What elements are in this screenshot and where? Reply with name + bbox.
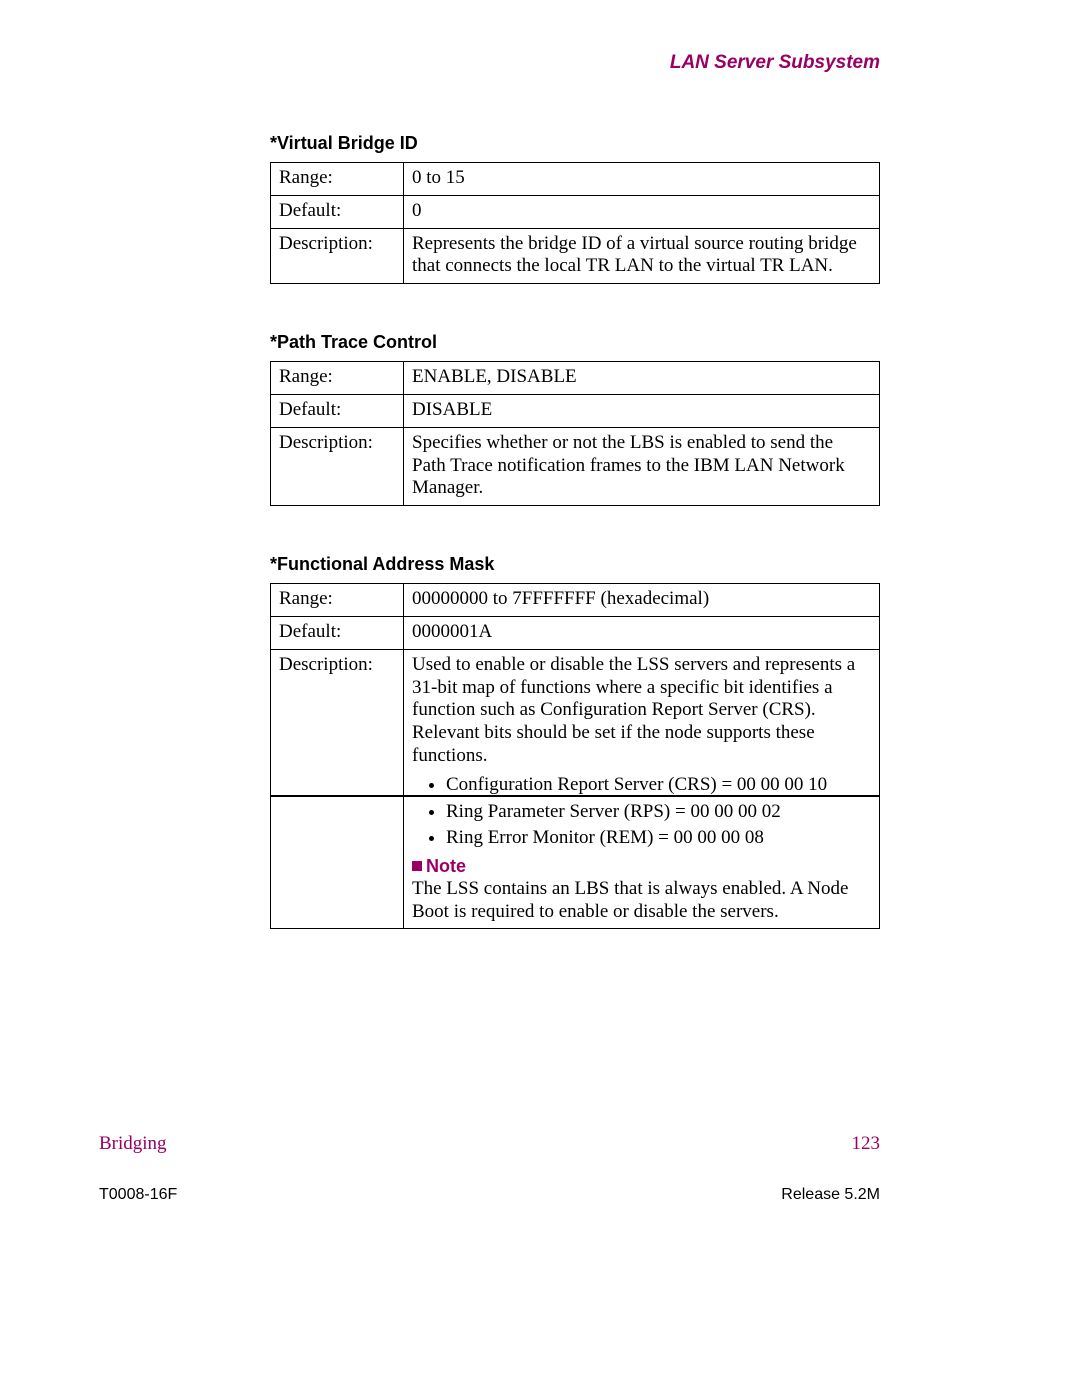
section-divider (270, 795, 880, 797)
section-heading-fam: *Functional Address Mask (270, 554, 880, 575)
list-item: Ring Error Monitor (REM) = 00 00 00 08 (446, 827, 871, 850)
description-cell: Used to enable or disable the LSS server… (404, 649, 880, 929)
description-label: Description: (271, 228, 404, 284)
table-row: Description: Represents the bridge ID of… (271, 228, 880, 284)
range-label: Range: (271, 362, 404, 395)
table-row: Default: DISABLE (271, 394, 880, 427)
table-row: Description: Specifies whether or not th… (271, 427, 880, 505)
chapter-footer: Bridging 123 (99, 1133, 880, 1155)
table-row: Default: 0 (271, 195, 880, 228)
range-value: 0 to 15 (404, 163, 880, 196)
list-item: Ring Parameter Server (RPS) = 00 00 00 0… (446, 801, 871, 824)
description-label: Description: (271, 649, 404, 929)
range-value: 00000000 to 7FFFFFFF (hexadecimal) (404, 584, 880, 617)
chapter-name: Bridging (99, 1133, 167, 1154)
square-icon (412, 861, 422, 871)
description-label: Description: (271, 427, 404, 505)
default-label: Default: (271, 195, 404, 228)
table-row: Range: ENABLE, DISABLE (271, 362, 880, 395)
default-value: 0 (404, 195, 880, 228)
table-row: Default: 0000001A (271, 616, 880, 649)
list-item: Configuration Report Server (CRS) = 00 0… (446, 774, 871, 797)
table-row: Range: 0 to 15 (271, 163, 880, 196)
running-header: LAN Server Subsystem (670, 52, 880, 74)
doc-number: T0008-16F (99, 1186, 177, 1203)
description-value: Represents the bridge ID of a virtual so… (404, 228, 880, 284)
default-label: Default: (271, 616, 404, 649)
range-value: ENABLE, DISABLE (404, 362, 880, 395)
range-label: Range: (271, 584, 404, 617)
param-table-ptc: Range: ENABLE, DISABLE Default: DISABLE … (270, 361, 880, 506)
doc-footer: T0008-16F Release 5.2M (99, 1186, 880, 1204)
default-label: Default: (271, 394, 404, 427)
table-row: Description: Used to enable or disable t… (271, 649, 880, 929)
note-text: The LSS contains an LBS that is always e… (412, 878, 871, 924)
description-value: Used to enable or disable the LSS server… (412, 654, 871, 768)
release-label: Release 5.2M (781, 1186, 880, 1204)
default-value: DISABLE (404, 394, 880, 427)
note-label-text: Note (426, 856, 466, 876)
param-table-vbid: Range: 0 to 15 Default: 0 Description: R… (270, 162, 880, 284)
page-number: 123 (852, 1133, 881, 1155)
table-row: Range: 00000000 to 7FFFFFFF (hexadecimal… (271, 584, 880, 617)
page: LAN Server Subsystem *Virtual Bridge ID … (0, 0, 1080, 1397)
range-label: Range: (271, 163, 404, 196)
note-heading: Note (412, 856, 871, 878)
section-heading-vbid: *Virtual Bridge ID (270, 133, 880, 154)
param-table-fam: Range: 00000000 to 7FFFFFFF (hexadecimal… (270, 583, 880, 929)
section-heading-ptc: *Path Trace Control (270, 332, 880, 353)
description-bullets: Configuration Report Server (CRS) = 00 0… (412, 774, 871, 850)
description-value: Specifies whether or not the LBS is enab… (404, 427, 880, 505)
default-value: 0000001A (404, 616, 880, 649)
main-content: *Virtual Bridge ID Range: 0 to 15 Defaul… (270, 133, 880, 929)
